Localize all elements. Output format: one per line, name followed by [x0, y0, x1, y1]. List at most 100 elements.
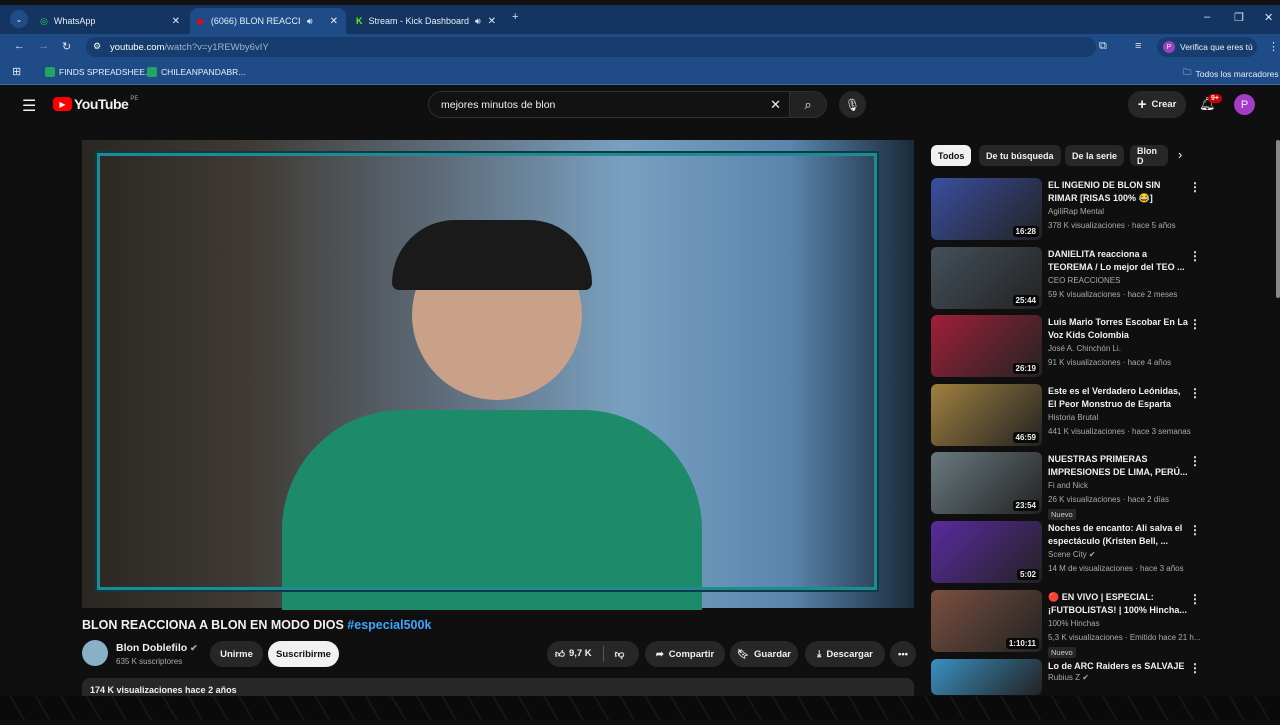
close-icon[interactable]: ✕	[172, 16, 180, 27]
video-thumbnail[interactable]: 1:10:11	[931, 590, 1042, 652]
hashtag-link[interactable]: #especial500k	[347, 618, 431, 632]
tab-label: WhatsApp	[53, 16, 96, 26]
channel-avatar[interactable]	[82, 640, 108, 666]
more-options-icon[interactable]: ⋮	[1189, 386, 1201, 400]
tab-bar: ⌄ ◎ WhatsApp ✕ ▶ (6066) BLON REACCIONA A 🔊︎ ✕…	[0, 5, 1280, 34]
more-options-icon[interactable]: ⋮	[1189, 249, 1201, 263]
share-button[interactable]: ➦ Compartir	[645, 641, 725, 667]
search-value: mejores minutos de blon	[441, 98, 556, 111]
search-icon: ⌕	[804, 96, 812, 112]
tab-kick[interactable]: K Stream - Kick Dashboard 🔊︎ ✕	[348, 8, 504, 34]
video-thumbnail[interactable]: 26:19	[931, 315, 1042, 377]
bookmark-finds[interactable]: FINDS SPREADSHEE...	[45, 67, 152, 77]
close-icon[interactable]: ✕	[330, 16, 338, 27]
video-thumbnail[interactable]: 16:28	[931, 178, 1042, 240]
create-button[interactable]: + Crear	[1128, 91, 1186, 118]
new-tab-icon[interactable]: +	[512, 11, 518, 23]
share-icon: ➦	[655, 648, 664, 660]
chip-blon[interactable]: Blon D	[1130, 145, 1168, 166]
like-button[interactable]: 👍︎ 9,7 K	[555, 648, 592, 660]
join-button[interactable]: Unirme	[210, 641, 263, 667]
tab-whatsapp[interactable]: ◎ WhatsApp ✕	[32, 8, 188, 34]
duration-badge: 23:54	[1012, 500, 1039, 511]
duration-badge: 25:44	[1012, 295, 1039, 306]
recommended-video[interactable]: 25:44 DANIELITA reacciona a TEOREMA / Lo …	[931, 247, 1201, 313]
like-count: 9,7 K	[568, 648, 592, 659]
video-title: Este es el Verdadero Leónidas, El Peor M…	[1048, 386, 1181, 409]
channel-name-text: Blon Doblefilo	[116, 642, 188, 654]
title-text: BLON REACCIONA A BLON EN MODO DIOS	[82, 618, 344, 632]
minimize-icon[interactable]: –	[1204, 11, 1210, 23]
chip-todos[interactable]: Todos	[931, 145, 972, 166]
video-thumbnail[interactable]: 5:02	[931, 521, 1042, 583]
voice-search-button[interactable]: 🎙︎	[839, 91, 866, 118]
scrollbar[interactable]	[1276, 140, 1280, 298]
search-input[interactable]: mejores minutos de blon ✕	[428, 91, 790, 118]
video-thumbnail[interactable]: 23:54	[931, 452, 1042, 514]
more-options-icon[interactable]: ⋮	[1189, 523, 1201, 537]
recommended-video[interactable]: 1:10:11 🔴 EN VIVO | ESPECIAL: ¡FUTBOLISTA…	[931, 590, 1201, 658]
apps-icon[interactable]: ⊞	[12, 65, 21, 78]
bookmark-label: Todos los marcadores	[1195, 69, 1279, 79]
search-button[interactable]: ⌕	[789, 91, 827, 118]
channel-name: 100% Hinchas	[1048, 619, 1100, 628]
video-meta: 14 M de visualizaciones · hace 3 años	[1048, 564, 1184, 573]
profile-button[interactable]: P Verifica que eres tú	[1157, 37, 1257, 57]
recommended-video[interactable]: 16:28 EL INGENIO DE BLON SIN RIMAR [RISAS…	[931, 178, 1201, 244]
video-thumbnail[interactable]	[931, 659, 1042, 695]
verified-icon: ✔	[190, 643, 198, 653]
bookmark-chilean[interactable]: CHILEANPANDABR...	[147, 67, 245, 77]
more-icon: •••	[898, 648, 908, 660]
site-info-icon[interactable]: ⚙	[93, 41, 101, 52]
forward-icon[interactable]: →	[38, 40, 49, 52]
video-thumbnail[interactable]: 46:59	[931, 384, 1042, 446]
chip-de-la-serie[interactable]: De la serie	[1065, 145, 1125, 166]
dislike-button[interactable]: 👎︎	[615, 648, 625, 660]
url-host: youtube.com	[110, 41, 165, 53]
extensions-icon[interactable]: ⧉	[1099, 40, 1107, 53]
save-button[interactable]: 🔖︎ Guardar	[730, 641, 798, 667]
account-avatar[interactable]: P	[1234, 94, 1255, 115]
window-close-icon[interactable]: ✕	[1264, 11, 1273, 24]
subscriber-count: 635 K suscriptores	[116, 657, 183, 666]
more-options-icon[interactable]: ⋮	[1189, 592, 1201, 606]
duration-badge: 46:59	[1012, 432, 1039, 443]
channel-name: Fi and Nick	[1048, 481, 1089, 490]
back-icon[interactable]: ←	[14, 40, 25, 52]
more-options-icon[interactable]: ⋮	[1189, 317, 1201, 331]
media-icon[interactable]: ≡	[1135, 40, 1141, 52]
channel-name[interactable]: Blon Doblefilo ✔	[116, 642, 198, 654]
chevron-right-icon[interactable]: ›	[1178, 147, 1182, 162]
reload-icon[interactable]: ↻	[62, 40, 71, 53]
tab-search-button[interactable]: ⌄	[10, 10, 28, 28]
more-options-icon[interactable]: ⋮	[1189, 180, 1201, 194]
recommended-video[interactable]: 46:59 Este es el Verdadero Leónidas, El P…	[931, 384, 1201, 450]
close-icon[interactable]: ✕	[488, 16, 496, 27]
more-options-icon[interactable]: ⋮	[1189, 661, 1201, 675]
recommended-video[interactable]: 26:19 Luis Mario Torres Escobar En La Voz…	[931, 315, 1201, 381]
chip-de-tu-busqueda[interactable]: De tu búsqueda	[979, 145, 1061, 166]
subscribe-button[interactable]: Suscribirme	[268, 641, 339, 667]
tab-youtube[interactable]: ▶ (6066) BLON REACCIONA A 🔊︎ ✕	[190, 8, 346, 34]
menu-icon[interactable]: ⋮	[1268, 40, 1279, 53]
recommended-video[interactable]: 23:54 NUESTRAS PRIMERAS IMPRESIONES DE LI…	[931, 452, 1201, 520]
download-button[interactable]: ⤓ Descargar	[805, 641, 885, 667]
thumbs-up-icon: 👍︎	[555, 649, 565, 660]
maximize-icon[interactable]: ❐	[1234, 11, 1244, 24]
all-bookmarks[interactable]: 🗀 Todos los marcadores	[1183, 67, 1279, 81]
video-title: Lo de ARC Raiders es SALVAJE	[1048, 661, 1185, 671]
more-options-icon[interactable]: ⋮	[1189, 454, 1201, 468]
video-meta: 59 K visualizaciones · hace 2 meses	[1048, 290, 1178, 299]
youtube-logo[interactable]: ▶ YouTube PE	[53, 96, 138, 112]
address-bar[interactable]: ⚙ youtube.com/watch?v=y1REWby6vIY	[86, 37, 1096, 57]
video-thumbnail[interactable]: 25:44	[931, 247, 1042, 309]
logo-text: YouTube	[74, 96, 129, 112]
hamburger-icon[interactable]: ☰	[22, 96, 36, 116]
clear-icon[interactable]: ✕	[770, 97, 781, 113]
more-actions-button[interactable]: •••	[890, 641, 916, 667]
video-meta: 26 K visualizaciones · hace 2 días	[1048, 495, 1169, 504]
like-dislike-group: 👍︎ 9,7 K 👎︎	[547, 641, 639, 667]
recommended-video[interactable]: 5:02 Noches de encanto: Ali salva el espe…	[931, 521, 1201, 587]
channel-name: AgiliRap Mental	[1048, 207, 1105, 216]
video-meta: 91 K visualizaciones · hace 4 años	[1048, 358, 1172, 367]
